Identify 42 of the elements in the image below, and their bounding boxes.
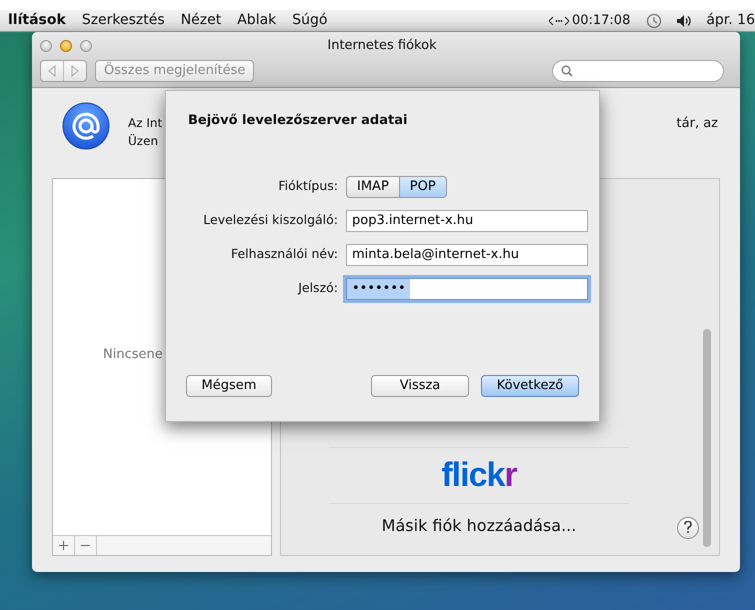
scrollbar-thumb[interactable] [703, 329, 711, 547]
at-sign-icon [62, 102, 110, 150]
help-button[interactable] [677, 517, 699, 539]
question-mark-icon [684, 521, 692, 534]
input-field[interactable]: pop3.internet-x.hu [346, 210, 588, 232]
field-label: Jelszó: [296, 279, 338, 298]
dialog-title: Bejövő levelezőszerver adatai [188, 112, 408, 130]
description-text: Az Int [128, 115, 162, 132]
volume-icon[interactable] [676, 14, 692, 28]
empty-list-label: Nincsene [103, 346, 163, 364]
menu-item[interactable]: Nézet [172, 10, 230, 31]
field-label: Fióktípus: [277, 177, 338, 196]
close-button[interactable] [40, 40, 52, 52]
back-forward-control[interactable] [40, 60, 87, 82]
search-icon [561, 65, 573, 77]
window-title: Internetes fiókok [326, 37, 438, 56]
minimize-button[interactable] [60, 40, 72, 52]
description-text: tár, az [676, 115, 718, 133]
menu-item[interactable]: Szerkesztés [74, 10, 173, 31]
field-label: Levelezési kiszolgáló: [202, 211, 338, 230]
input-field[interactable]: minta.bela@internet-x.hu [346, 244, 588, 266]
menu-item[interactable]: llítások [8, 10, 74, 31]
menu-item[interactable]: Ablak [229, 10, 284, 31]
search-field[interactable] [552, 60, 724, 82]
flickr-logo[interactable]: flickr [441, 456, 517, 495]
network-activity-icon[interactable] [548, 16, 569, 26]
history-clock-icon[interactable] [646, 12, 662, 28]
account-type-tab[interactable]: IMAP [346, 176, 400, 198]
minus-icon [81, 544, 90, 547]
dialog-button[interactable]: Vissza [371, 375, 469, 397]
date-text[interactable]: ápr. 16 [698, 10, 755, 31]
clock-text[interactable]: 00:17:08 [572, 10, 638, 30]
dialog-button[interactable]: Mégsem [186, 375, 272, 397]
field-label: Felhasználói név: [230, 245, 338, 264]
plus-icon [59, 541, 68, 550]
description-text: Üzen [128, 133, 160, 150]
input-field[interactable]: ••••••• [346, 278, 588, 300]
dialog-button[interactable]: Következő [481, 375, 579, 397]
zoom-button[interactable] [80, 40, 92, 52]
account-type-tab[interactable]: POP [400, 176, 447, 198]
add-other-account-link[interactable]: Másik fiók hozzáadása... [382, 514, 576, 538]
menu-item[interactable]: Súgó [284, 10, 336, 31]
